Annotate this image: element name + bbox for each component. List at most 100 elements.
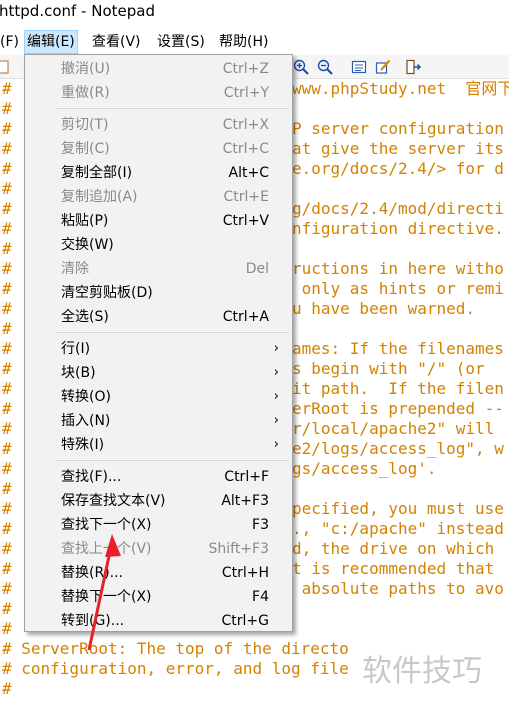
code-line-gutter: # [2, 479, 12, 498]
code-line-gutter: # [2, 259, 12, 278]
code-line: # [2, 679, 12, 699]
code-line: # configuration, error, and log file [2, 659, 349, 679]
edit-menu-item[interactable]: 全选(S) Ctrl+A [26, 305, 291, 329]
edit-menu-dropdown: 撤消(U) Ctrl+Z 重做(R) Ctrl+Y 剪切(T) Ctrl+X 复制(C) Ct… [24, 54, 293, 632]
menu-settings[interactable]: 设置(S) [155, 30, 207, 54]
edit-menu-item[interactable]: 交换(W) [26, 233, 291, 257]
edit-icon[interactable] [374, 58, 392, 76]
code-line-gutter: # [2, 579, 12, 598]
code-line-gutter: # [2, 599, 12, 618]
edit-menu-item: 撤消(U) Ctrl+Z [26, 57, 291, 81]
menu-item-shortcut: Ctrl+H [221, 565, 269, 581]
edit-menu-item[interactable]: 插入(N) › [26, 409, 291, 433]
menu-item-label: 交换(W) [61, 237, 114, 253]
menu-separator [55, 460, 289, 461]
chevron-right-icon: › [273, 365, 279, 380]
code-line-text: e.org/docs/2.4/> for d [292, 159, 504, 178]
code-line-gutter: # [2, 199, 12, 218]
edit-menu-item[interactable]: 块(B) › [26, 361, 291, 385]
menu-item-label: 撤消(U) [61, 61, 111, 77]
new-file-icon[interactable] [0, 58, 12, 76]
edit-menu-item[interactable]: 查找(F)... Ctrl+F [26, 465, 291, 489]
menu-help[interactable]: 帮助(H) [217, 30, 270, 54]
edit-menu-item: 复制追加(A) Ctrl+E [26, 185, 291, 209]
menu-item-shortcut: F4 [252, 589, 269, 605]
menu-separator [55, 332, 289, 333]
edit-menu-item[interactable]: 查找下一个(X) F3 [26, 513, 291, 537]
menu-item-shortcut: Ctrl+E [223, 189, 270, 205]
code-line-text: it path. If the filen [292, 379, 504, 398]
edit-menu-item[interactable]: 替换下一个(X) F4 [26, 585, 291, 609]
menu-separator [55, 108, 289, 109]
edit-menu-item[interactable]: 替换(R)... Ctrl+H [26, 561, 291, 585]
menu-item-label: 清除 [61, 261, 89, 277]
code-line-text: erRoot is prepended -- [292, 399, 504, 418]
code-line-gutter: # [2, 219, 12, 238]
menu-item-label: 粘贴(P) [61, 213, 109, 229]
menu-item-label: 重做(R) [61, 85, 110, 101]
menu-item-shortcut: Ctrl+X [222, 117, 269, 133]
menu-item-shortcut: Del [245, 261, 269, 277]
menu-bar: (F) 编辑(E) 查看(V) 设置(S) 帮助(H) [0, 30, 509, 54]
edit-menu-item[interactable]: 粘贴(P) Ctrl+V [26, 209, 291, 233]
menu-item-label: 查找上一个(V) [61, 541, 152, 557]
menu-item-label: 行(I) [61, 341, 91, 357]
menu-item-label: 替换(R)... [61, 565, 124, 581]
code-line-gutter: # [2, 139, 12, 158]
chevron-right-icon: › [273, 437, 279, 452]
code-line-gutter: # [2, 299, 12, 318]
code-line-text: ., "c:/apache" instead [292, 519, 504, 538]
code-line-gutter: # [2, 519, 12, 538]
code-line-text: d, the drive on which [292, 539, 495, 558]
code-line-text: gs/access_log'. [292, 459, 437, 478]
code-line-text: www.phpStudy.net 官网下 [292, 79, 509, 98]
menu-item-label: 特殊(I) [61, 437, 105, 453]
view-icon[interactable] [350, 58, 368, 76]
code-line-gutter: # [2, 439, 12, 458]
menu-file[interactable]: (F) [0, 30, 21, 54]
code-line-text: # ServerRoot: The top of the directo [2, 639, 349, 658]
chevron-right-icon: › [273, 341, 279, 356]
edit-menu-item[interactable]: 保存查找文本(V) Alt+F3 [26, 489, 291, 513]
code-line-text: nfiguration directive. [292, 219, 504, 238]
code-line-gutter: # [2, 99, 12, 118]
code-line-gutter: # [2, 379, 12, 398]
edit-menu-item[interactable]: 转到(G)... Ctrl+G [26, 609, 291, 633]
menu-item-shortcut: Ctrl+V [222, 213, 269, 229]
menu-edit[interactable]: 编辑(E) [24, 30, 78, 54]
code-line-gutter: # [2, 559, 12, 578]
menu-item-label: 查找(F)... [61, 469, 122, 485]
title-bar: httpd.conf - Notepad [0, 0, 509, 26]
code-line-text: absolute paths to avo [292, 579, 504, 598]
edit-menu-item: 剪切(T) Ctrl+X [26, 113, 291, 137]
code-line-text: g/docs/2.4/mod/directi [292, 199, 504, 218]
edit-menu-item: 查找上一个(V) Shift+F3 [26, 537, 291, 561]
edit-menu-item: 复制(C) Ctrl+C [26, 137, 291, 161]
code-line-gutter: # [2, 279, 12, 298]
code-line-gutter: # [2, 359, 12, 378]
edit-menu-item[interactable]: 清空剪贴板(D) [26, 281, 291, 305]
zoom-out-icon[interactable] [316, 58, 334, 76]
code-line-text: u have been warned. [292, 299, 476, 318]
code-line-text: # configuration, error, and log file [2, 659, 349, 678]
menu-item-shortcut: Shift+F3 [208, 541, 269, 557]
code-line-text: t is recommended that [292, 559, 495, 578]
edit-menu-item[interactable]: 行(I) › [26, 337, 291, 361]
menu-item-label: 查找下一个(X) [61, 517, 152, 533]
code-line-gutter: # [2, 619, 12, 638]
menu-item-label: 保存查找文本(V) [61, 493, 166, 509]
zoom-in-icon[interactable] [292, 58, 310, 76]
code-line-gutter: # [2, 239, 12, 258]
code-line-gutter: # [2, 79, 12, 98]
exit-icon[interactable] [404, 58, 422, 76]
code-line-text: r/local/apache2" will [292, 419, 495, 438]
menu-item-label: 替换下一个(X) [61, 589, 152, 605]
menu-item-label: 插入(N) [61, 413, 111, 429]
code-line-text: e2/logs/access_log", w [292, 439, 504, 458]
edit-menu-item[interactable]: 特殊(I) › [26, 433, 291, 457]
menu-view[interactable]: 查看(V) [90, 30, 143, 54]
edit-menu-item[interactable]: 复制全部(I) Alt+C [26, 161, 291, 185]
edit-menu-item[interactable]: 转换(O) › [26, 385, 291, 409]
menu-item-shortcut: Ctrl+Y [223, 85, 269, 101]
menu-item-label: 复制全部(I) [61, 165, 133, 181]
